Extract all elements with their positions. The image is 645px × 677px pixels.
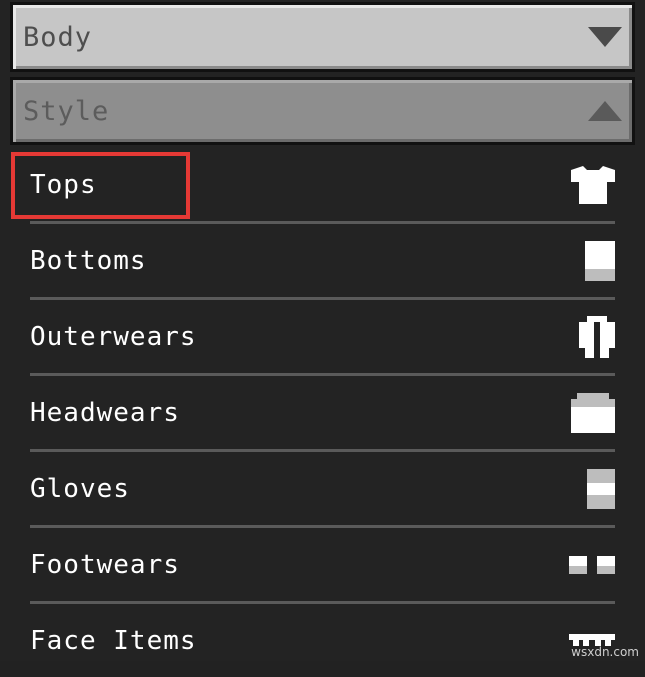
list-item-gloves[interactable]: Gloves	[30, 452, 615, 528]
glove-icon	[587, 468, 615, 509]
jacket-icon	[579, 315, 615, 358]
list-item-outerwears[interactable]: Outerwears	[30, 300, 615, 376]
shirt-icon	[571, 165, 615, 204]
item-label: Face Items	[30, 625, 197, 656]
body-dropdown-label: Body	[23, 21, 93, 53]
list-item-tops[interactable]: Tops	[30, 148, 615, 224]
item-label: Gloves	[30, 473, 130, 504]
item-label: Bottoms	[30, 245, 147, 276]
item-label: Outerwears	[30, 321, 197, 352]
hat-icon	[571, 392, 615, 433]
list-item-face-items[interactable]: Face Items	[30, 604, 615, 677]
list-item-footwears[interactable]: Footwears	[30, 528, 615, 604]
style-dropdown[interactable]: Style	[10, 77, 635, 145]
chevron-down-icon	[588, 27, 622, 47]
item-label: Headwears	[30, 397, 180, 428]
style-category-list: Tops Bottoms Outerwears Headwears Gloves…	[10, 148, 635, 677]
item-label: Tops	[30, 169, 97, 200]
body-dropdown[interactable]: Body	[10, 2, 635, 72]
wardrobe-panel: Body Style Tops Bottoms Outerwears Headw…	[0, 0, 645, 661]
shoes-icon	[569, 555, 615, 574]
list-item-headwears[interactable]: Headwears	[30, 376, 615, 452]
chevron-up-icon	[588, 101, 622, 121]
style-dropdown-label: Style	[23, 95, 110, 127]
list-item-bottoms[interactable]: Bottoms	[30, 224, 615, 300]
watermark: wsxdn.com	[571, 645, 639, 659]
item-label: Footwears	[30, 549, 180, 580]
pants-icon	[585, 240, 615, 281]
